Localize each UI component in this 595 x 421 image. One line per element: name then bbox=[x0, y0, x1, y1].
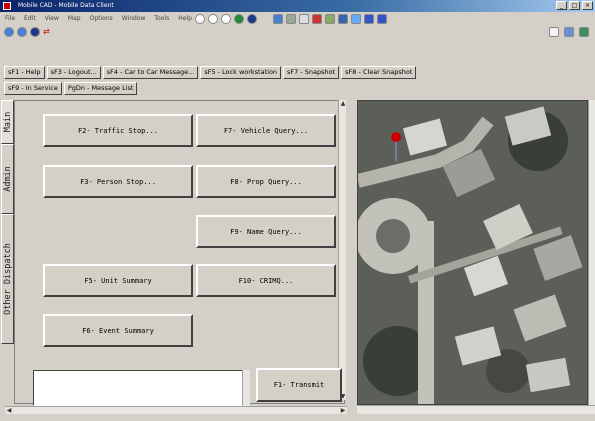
exit-icon[interactable] bbox=[579, 27, 589, 37]
pan-icon[interactable] bbox=[325, 13, 335, 24]
print-icon[interactable] bbox=[564, 27, 574, 37]
function-keys-row1: sF1 - Help sF3 - Logout... sF4 - Car to … bbox=[4, 66, 417, 79]
menu-help[interactable]: Help bbox=[178, 12, 192, 25]
event-summary-button[interactable]: F6- Event Summary bbox=[43, 314, 193, 347]
vehicle-query-button[interactable]: F7- Vehicle Query... bbox=[196, 114, 336, 147]
transmit-button[interactable]: F1- Transmit bbox=[256, 368, 342, 402]
name-query-button[interactable]: F9- Name Query... bbox=[196, 215, 336, 248]
globe-icon[interactable] bbox=[30, 26, 40, 37]
unit-summary-button[interactable]: F5- Unit Summary bbox=[43, 264, 193, 297]
zoom-next-icon[interactable] bbox=[377, 13, 387, 24]
message-list-button[interactable]: PgDn - Message List bbox=[63, 82, 138, 95]
forward-icon[interactable] bbox=[17, 26, 27, 37]
refresh-icon[interactable] bbox=[195, 13, 205, 24]
aerial-map-image bbox=[358, 101, 587, 404]
menu-view[interactable]: View bbox=[45, 12, 59, 25]
logout-button[interactable]: sF3 - Logout... bbox=[46, 66, 101, 79]
minimize-button[interactable]: _ bbox=[556, 1, 567, 10]
help-button[interactable]: sF1 - Help bbox=[4, 66, 45, 79]
snapshot-button[interactable]: sF7 - Snapshot bbox=[283, 66, 340, 79]
unit-location-marker-icon bbox=[391, 132, 401, 142]
traffic-stop-button[interactable]: F2- Traffic Stop... bbox=[43, 114, 193, 147]
menu-options[interactable]: Options bbox=[90, 12, 113, 25]
message-textbox[interactable] bbox=[33, 370, 250, 406]
function-keys-row2: sF9 - In Service PgDn - Message List bbox=[4, 82, 138, 95]
lock-workstation-button[interactable]: sF5 - Lock workstation bbox=[200, 66, 282, 79]
tab-main[interactable]: Main bbox=[1, 100, 14, 144]
map-vertical-scrollbar[interactable] bbox=[588, 100, 595, 405]
pointer-icon[interactable] bbox=[260, 14, 270, 24]
side-tabs: Main Admin Other Dispatch bbox=[0, 100, 14, 345]
sync-icon[interactable]: ⇄ bbox=[43, 27, 51, 37]
tab-admin-label: Admin bbox=[2, 166, 13, 192]
gps-icon[interactable] bbox=[247, 13, 257, 24]
close-button[interactable]: × bbox=[582, 1, 593, 10]
select-icon[interactable] bbox=[273, 13, 283, 24]
zoom-extent-icon[interactable] bbox=[338, 13, 348, 24]
scroll-up-arrow-icon[interactable]: ▲ bbox=[339, 100, 347, 107]
title-bar: Mobile CAD - Mobile Data Client _ □ × bbox=[0, 0, 595, 12]
in-service-button[interactable]: sF9 - In Service bbox=[4, 82, 62, 95]
message-scrollbar[interactable] bbox=[242, 370, 250, 406]
panel-vertical-scrollbar[interactable]: ▲ ▼ bbox=[338, 100, 346, 400]
zoom-prev-icon[interactable] bbox=[364, 13, 374, 24]
zoom-box-icon[interactable] bbox=[351, 13, 361, 24]
tab-main-label: Main bbox=[2, 111, 13, 133]
menu-file[interactable]: File bbox=[5, 12, 15, 25]
identify-icon[interactable] bbox=[286, 13, 296, 24]
back-icon[interactable] bbox=[4, 26, 14, 37]
layers-icon[interactable] bbox=[312, 13, 322, 24]
menu-tools[interactable]: Tools bbox=[154, 12, 169, 25]
tab-other-dispatch[interactable]: Other Dispatch bbox=[1, 214, 14, 344]
menu-map[interactable]: Map bbox=[68, 12, 81, 25]
app-icon bbox=[3, 2, 11, 10]
crimq-button[interactable]: F10- CRIMQ... bbox=[196, 264, 336, 297]
scroll-right-arrow-icon[interactable]: ▶ bbox=[339, 407, 347, 414]
zoom-in-icon[interactable] bbox=[208, 13, 218, 24]
measure-icon[interactable] bbox=[299, 13, 309, 24]
clear-snapshot-button[interactable]: sF8 - Clear Snapshot bbox=[341, 66, 417, 79]
person-stop-button[interactable]: F3- Person Stop... bbox=[43, 165, 193, 198]
map-layer-icon[interactable] bbox=[234, 13, 244, 24]
maximize-button[interactable]: □ bbox=[569, 1, 580, 10]
zoom-out-icon[interactable] bbox=[221, 13, 231, 24]
tab-other-dispatch-label: Other Dispatch bbox=[2, 243, 13, 315]
panel-horizontal-scrollbar[interactable]: ◀ ▶ bbox=[5, 406, 347, 414]
edit-icon[interactable] bbox=[549, 27, 559, 37]
tab-admin[interactable]: Admin bbox=[1, 144, 14, 214]
right-toolbar bbox=[549, 27, 589, 37]
map-horizontal-scrollbar[interactable] bbox=[357, 405, 595, 414]
scroll-left-arrow-icon[interactable]: ◀ bbox=[5, 407, 13, 414]
car-to-car-message-button[interactable]: sF4 - Car to Car Message... bbox=[102, 66, 199, 79]
aerial-map[interactable] bbox=[357, 100, 588, 405]
prop-query-button[interactable]: F8- Prop Query... bbox=[196, 165, 336, 198]
window-title: Mobile CAD - Mobile Data Client bbox=[18, 2, 114, 9]
map-toolbar bbox=[195, 12, 595, 25]
toolbar: ⇄ bbox=[0, 25, 595, 38]
menu-window[interactable]: Window bbox=[122, 12, 146, 25]
menu-edit[interactable]: Edit bbox=[24, 12, 36, 25]
